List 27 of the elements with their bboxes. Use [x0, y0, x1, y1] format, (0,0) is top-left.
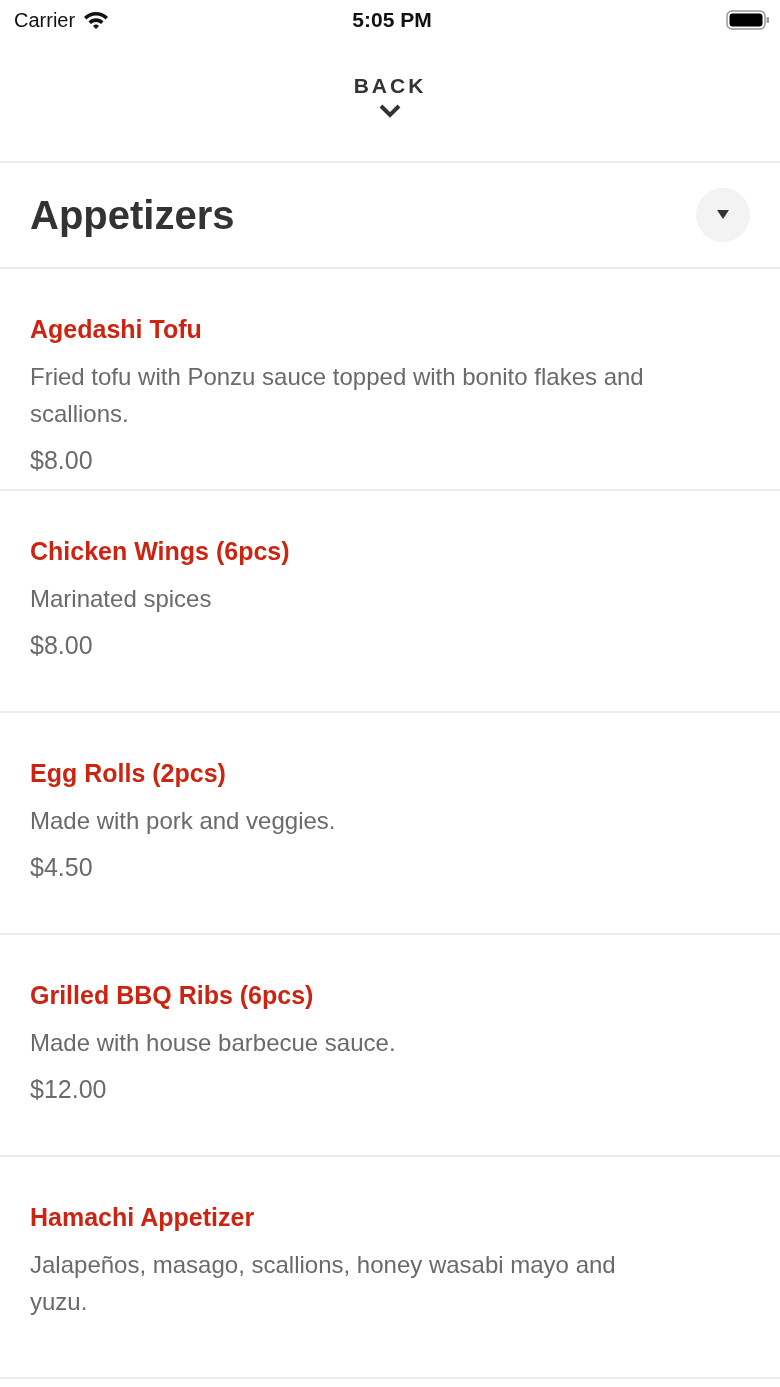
- item-description: Made with pork and veggies.: [30, 806, 337, 836]
- item-name: Agedashi Tofu: [30, 315, 203, 344]
- menu-item-card[interactable]: Hamachi Appetizer Jalapeños, masago, scallions, honey wasabi mayo and yuzu.: [0, 1157, 780, 1379]
- category-title: Appetizers: [30, 192, 235, 238]
- wifi-icon: [83, 10, 110, 30]
- chevron-down-icon: [379, 104, 401, 118]
- item-price: $4.50: [30, 853, 94, 882]
- carrier-label: Carrier: [14, 8, 76, 32]
- item-name: Grilled BBQ Ribs (6pcs): [30, 981, 315, 1010]
- item-description: Made with house barbecue sauce.: [30, 1028, 397, 1058]
- item-description: Fried tofu with Ponzu sauce topped with bonito flakes and scallions.: [30, 362, 645, 429]
- menu-item-card[interactable]: Agedashi Tofu Fried tofu with Ponzu sauce topped with bonito flakes and scallions. $8.00: [0, 269, 780, 491]
- menu-item-card[interactable]: Grilled BBQ Ribs (6pcs) Made with house barbecue sauce. $12.00: [0, 935, 780, 1157]
- menu-item-card[interactable]: Chicken Wings (6pcs) Marinated spices $8.00: [0, 491, 780, 713]
- caret-icon: [717, 210, 729, 220]
- back-button[interactable]: BACK: [353, 74, 427, 161]
- status-time: 5:05 PM: [352, 8, 432, 32]
- item-price: $8.00: [30, 446, 94, 475]
- item-price: $8.00: [30, 631, 94, 660]
- item-description: Jalapeños, masago, scallions, honey wasabi mayo and yuzu.: [30, 1250, 617, 1317]
- item-price: $12.00: [30, 1075, 108, 1104]
- battery-icon: [726, 9, 770, 31]
- item-name: Chicken Wings (6pcs): [30, 537, 291, 566]
- menu-item-card[interactable]: Egg Rolls (2pcs) Made with pork and veggies. $4.50: [0, 713, 780, 935]
- item-name: Egg Rolls (2pcs): [30, 759, 227, 788]
- item-name: Hamachi Appetizer: [30, 1203, 256, 1232]
- item-description: Marinated spices: [30, 584, 213, 614]
